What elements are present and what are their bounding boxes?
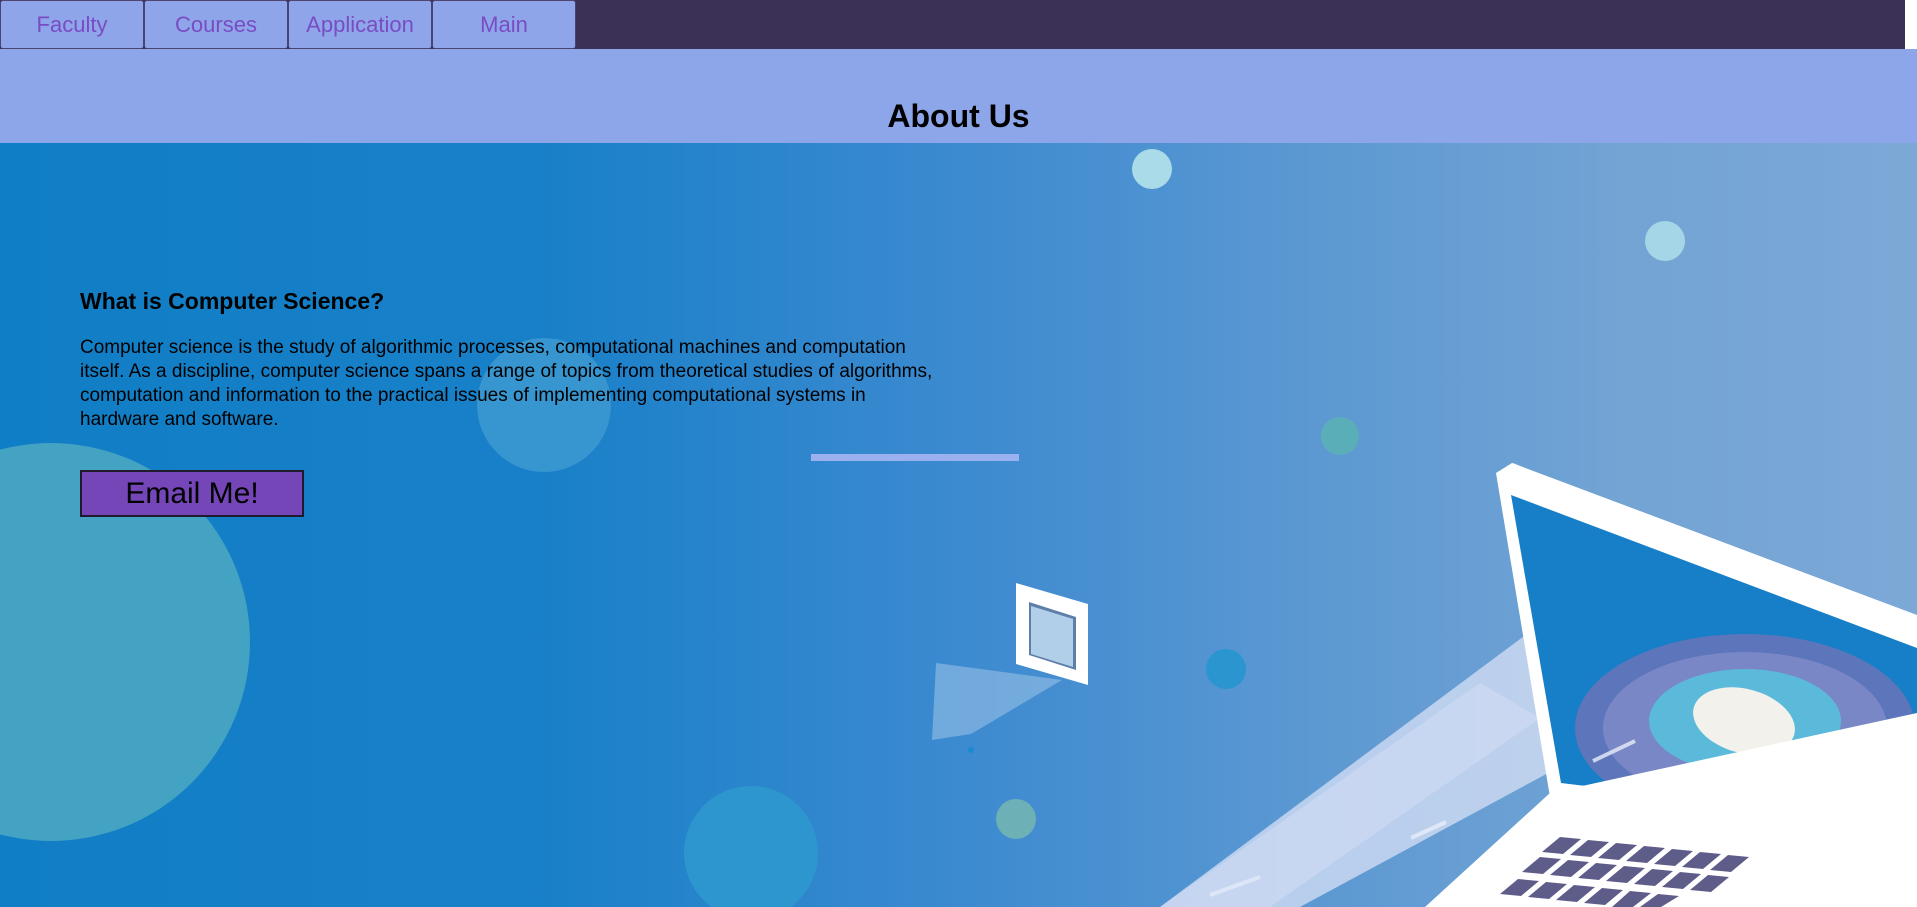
email-me-button[interactable]: Email Me! xyxy=(80,470,304,517)
nav-item-faculty[interactable]: Faculty xyxy=(0,0,144,49)
hero-illustration xyxy=(811,454,1917,907)
page-title: About Us xyxy=(887,98,1030,134)
hero-section xyxy=(0,143,1917,907)
top-nav: Faculty Courses Application Main xyxy=(0,0,1905,49)
nav-item-application[interactable]: Application xyxy=(288,0,432,49)
accent-line xyxy=(811,454,1019,461)
nav-item-courses[interactable]: Courses xyxy=(144,0,288,49)
section-heading: What is Computer Science? xyxy=(80,288,385,314)
page: Faculty Courses Application Main About U… xyxy=(0,0,1917,907)
section-body-text: Computer science is the study of algorit… xyxy=(80,337,933,430)
light-beam xyxy=(932,663,1062,740)
nav-item-main[interactable]: Main xyxy=(432,0,576,49)
laptop-illustration xyxy=(1160,463,1917,907)
small-dot xyxy=(968,747,974,753)
floating-document-icon xyxy=(1016,583,1088,685)
